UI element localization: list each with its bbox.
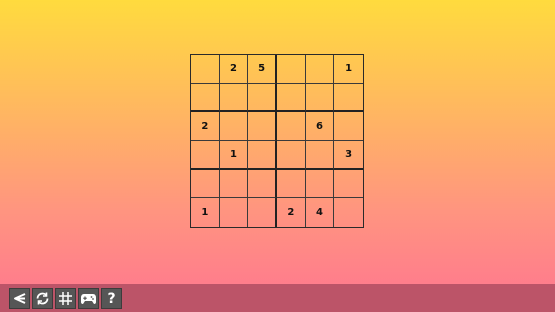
grid-cell-r4-c3[interactable]	[248, 140, 277, 170]
toolbar: ?	[0, 284, 555, 312]
gamepad-icon	[81, 294, 96, 304]
grid-cell-r1-c4[interactable]	[276, 55, 306, 84]
grid-cell-r5-c5[interactable]	[305, 169, 335, 199]
grid-cell-r4-c4[interactable]	[276, 140, 306, 170]
grid-cell-r2-c3[interactable]	[248, 83, 277, 113]
help-button[interactable]: ?	[101, 288, 122, 309]
grid-cell-r1-c1[interactable]	[191, 55, 220, 84]
grid-cell-r6-c6[interactable]	[334, 198, 363, 227]
grid-cell-r6-c5[interactable]: 4	[306, 198, 335, 227]
grid-cell-r6-c4[interactable]: 2	[277, 198, 306, 227]
games-button[interactable]	[78, 288, 99, 309]
grid-cell-r4-c5[interactable]	[305, 140, 335, 170]
restart-button[interactable]	[32, 288, 53, 309]
grid-cell-r5-c3[interactable]	[248, 169, 277, 199]
grid-cell-r2-c5[interactable]	[305, 83, 335, 113]
grid-cell-r2-c1[interactable]	[191, 83, 220, 113]
grid-cell-r3-c5[interactable]: 6	[305, 112, 335, 141]
grid-cell-r3-c6[interactable]	[334, 112, 363, 141]
grid-cell-r3-c2[interactable]	[219, 112, 249, 141]
sudoku-grid: 2512613124	[190, 54, 364, 228]
restart-icon	[36, 292, 49, 305]
back-arrow-icon	[14, 293, 26, 304]
grid-cell-r5-c2[interactable]	[219, 169, 249, 199]
grid-cell-r2-c6[interactable]	[334, 84, 363, 113]
grid-cell-r3-c3[interactable]	[248, 112, 277, 141]
grid-cell-r2-c2[interactable]	[219, 83, 249, 113]
grid-button[interactable]	[55, 288, 76, 309]
grid-cell-r2-c4[interactable]	[276, 83, 306, 113]
grid-cell-r6-c2[interactable]	[220, 198, 249, 227]
grid-cell-r4-c2[interactable]: 1	[219, 140, 249, 170]
grid-cell-r5-c4[interactable]	[276, 169, 306, 199]
grid-cell-r1-c3[interactable]: 5	[248, 55, 277, 84]
back-button[interactable]	[9, 288, 30, 309]
grid-cell-r6-c3[interactable]	[248, 198, 277, 227]
grid-cell-r4-c1[interactable]	[191, 140, 220, 170]
grid-cell-r5-c1[interactable]	[191, 169, 220, 199]
grid-cell-r1-c2[interactable]: 2	[219, 55, 249, 84]
grid-cell-r1-c5[interactable]	[305, 55, 335, 84]
grid-cell-r3-c4[interactable]	[276, 112, 306, 141]
grid-cell-r4-c6[interactable]: 3	[334, 141, 363, 170]
grid-cell-r5-c6[interactable]	[334, 170, 363, 199]
grid-icon	[59, 292, 72, 305]
grid-cell-r6-c1[interactable]: 1	[191, 198, 220, 227]
grid-cell-r1-c6[interactable]: 1	[334, 55, 363, 84]
help-icon: ?	[107, 290, 116, 307]
grid-cell-r3-c1[interactable]: 2	[191, 112, 220, 141]
